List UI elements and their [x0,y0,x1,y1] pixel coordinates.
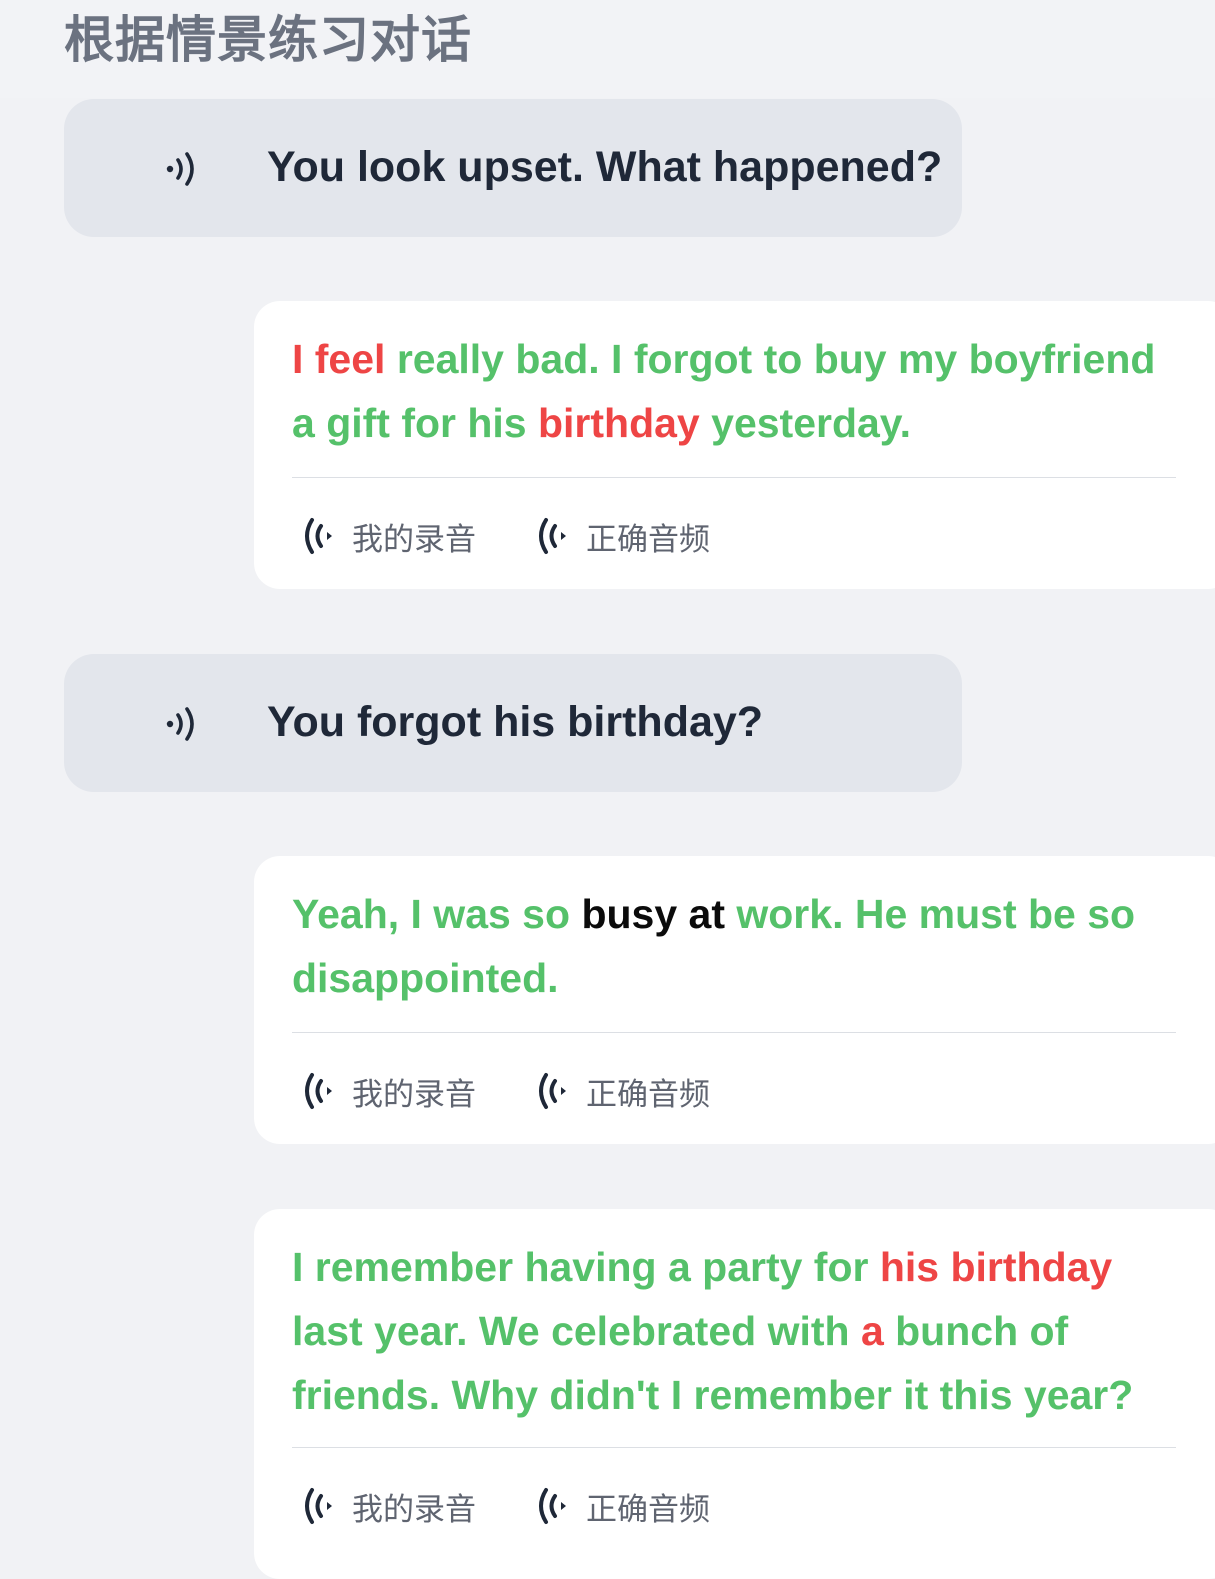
prompt-bubble[interactable]: You look upset. What happened? [64,99,962,237]
card-divider [292,477,1176,478]
my-recording-button[interactable]: 我的录音 [300,1481,476,1531]
answer-segment: I feel [292,336,386,382]
correct-audio-button[interactable]: 正确音频 [534,1066,710,1116]
audio-wave-icon [305,1073,332,1109]
page-title: 根据情景练习对话 [64,12,472,68]
audio-wave-icon [539,1073,566,1109]
correct-audio-button[interactable]: 正确音频 [534,511,710,561]
my-recording-label: 我的录音 [352,1491,476,1527]
speaker-icon[interactable] [164,149,206,189]
answer-card: I feel really bad. I forgot to buy my bo… [254,301,1215,589]
answer-segment: birthday [538,400,700,446]
answer-segment: a [860,1308,884,1354]
card-divider [292,1447,1176,1448]
answer-segment: last year. We celebrated with [292,1308,861,1354]
answer-card: I remember having a party for his birthd… [254,1209,1215,1579]
answer-card: Yeah, I was so busy at work. He must be … [254,856,1215,1144]
answer-sentence: I remember having a party for his birthd… [292,1235,1172,1427]
audio-wave-icon [539,518,566,554]
prompt-text: You forgot his birthday? [267,698,764,746]
my-recording-label: 我的录音 [352,1076,476,1112]
page-header: 根据情景练习对话 [0,0,1215,98]
answer-segment: I remember having a party for [292,1244,880,1290]
card-divider [292,1032,1176,1033]
correct-audio-label: 正确音频 [586,1491,710,1527]
prompt-bubble[interactable]: You forgot his birthday? [64,654,962,792]
correct-audio-button[interactable]: 正确音频 [534,1481,710,1531]
answer-segment: his birthday [879,1244,1113,1290]
my-recording-button[interactable]: 我的录音 [300,511,476,561]
prompt-text: You look upset. What happened? [267,143,943,191]
answer-segment: busy at [581,891,725,937]
audio-wave-icon [539,1488,566,1524]
audio-wave-icon [305,518,332,554]
speaker-icon[interactable] [164,704,206,744]
my-recording-label: 我的录音 [352,521,476,557]
correct-audio-label: 正确音频 [586,521,710,557]
answer-sentence: Yeah, I was so busy at work. He must be … [292,882,1172,1010]
audio-wave-icon [305,1488,332,1524]
answer-sentence: I feel really bad. I forgot to buy my bo… [292,327,1172,455]
answer-segment: yesterday. [699,400,911,446]
correct-audio-label: 正确音频 [586,1076,710,1112]
answer-segment: Yeah, I was so [292,891,582,937]
my-recording-button[interactable]: 我的录音 [300,1066,476,1116]
